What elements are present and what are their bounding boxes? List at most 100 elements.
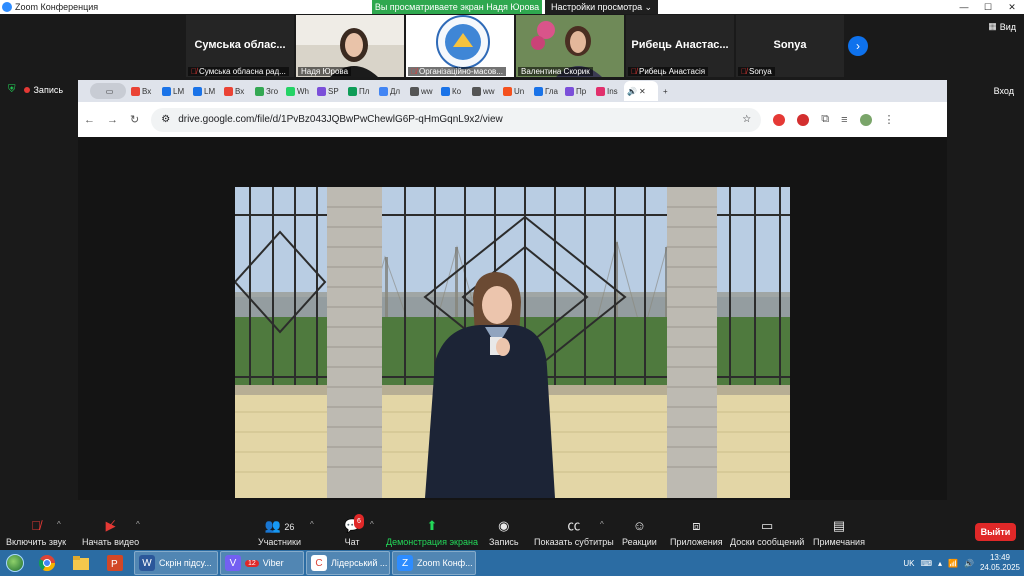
close-button[interactable]: ✕ xyxy=(1000,0,1024,14)
browser-tab[interactable]: ww xyxy=(407,83,436,99)
browser-tab[interactable]: Un xyxy=(500,83,529,99)
tab-label: Пр xyxy=(576,86,587,96)
pinned-powerpoint[interactable]: P xyxy=(98,551,132,575)
tab-favicon-icon xyxy=(596,86,605,96)
opera-extension-icon[interactable] xyxy=(797,113,810,126)
participant-tile-active-speaker[interactable]: Надя Юрова xyxy=(296,15,404,77)
chat-label: Чат xyxy=(344,537,360,547)
shared-screen-browser: ▭ Вх LM LM Вх Зго Wh SP Пл Дл ww Ко ww Un Гла Пр Ins 🔊 ✕ +… xyxy=(78,80,947,500)
shield-icon[interactable]: ⛨ xyxy=(8,84,16,95)
share-screen-button[interactable]: ⬆ Демонстрация экрана xyxy=(386,518,478,547)
taskbar-task[interactable]: Z Zoom Конф... xyxy=(392,551,476,575)
start-button[interactable] xyxy=(0,550,30,576)
start-video-button[interactable]: ▶̸ Начать видео xyxy=(82,518,139,547)
extensions-icon[interactable]: ⧉ xyxy=(821,113,829,126)
chat-button[interactable]: 💬 6 Чат xyxy=(344,514,364,547)
chat-options-chevron-icon[interactable]: ^ xyxy=(370,520,374,529)
participant-tile[interactable]: Валентина Скорик xyxy=(516,15,624,77)
view-button[interactable]: ▦ Вид xyxy=(988,21,1016,32)
participant-tile[interactable]: 🎙̸ Організаційно-масов... xyxy=(406,15,514,77)
show-hidden-icons-icon[interactable]: ▴ xyxy=(938,559,942,568)
recording-status[interactable]: Запись xyxy=(23,85,63,95)
tab-search-icon[interactable]: ▭ xyxy=(90,83,126,99)
browser-tab[interactable]: Гла xyxy=(531,83,560,99)
browser-tab[interactable]: Ins xyxy=(593,83,622,99)
menu-kebab-icon[interactable]: ⋮ xyxy=(884,113,895,126)
participant-caption: Валентина Скорик xyxy=(518,67,593,76)
url-field[interactable]: ⚙ drive.google.com/file/d/1PvBz043JQBwPw… xyxy=(151,107,762,132)
task-badge: 12 xyxy=(245,559,259,567)
browser-tab[interactable]: LM xyxy=(159,83,188,99)
profile-avatar[interactable] xyxy=(859,113,872,126)
tab-favicon-icon xyxy=(286,86,295,96)
browser-tab-active[interactable]: 🔊 ✕ xyxy=(624,81,658,101)
next-page-arrow-icon[interactable]: › xyxy=(848,36,868,56)
pinned-explorer[interactable] xyxy=(64,551,98,575)
apps-label: Приложения xyxy=(670,537,723,547)
audio-options-chevron-icon[interactable]: ^ xyxy=(57,520,61,529)
participants-button[interactable]: 👥 26 Участники xyxy=(258,518,301,547)
minimize-button[interactable]: — xyxy=(952,0,976,14)
video-options-chevron-icon[interactable]: ^ xyxy=(136,520,140,529)
taskbar-task[interactable]: W Скрін підсу... xyxy=(134,551,218,575)
volume-icon[interactable]: 🔊 xyxy=(964,559,974,568)
close-tab-icon[interactable]: ✕ xyxy=(639,87,646,96)
browser-tab[interactable]: Пр xyxy=(562,83,591,99)
browser-tab[interactable]: Вх xyxy=(128,83,157,99)
network-icon[interactable]: 📶 xyxy=(948,559,958,568)
star-icon[interactable]: ☆ xyxy=(742,114,751,125)
browser-tab[interactable]: Ко xyxy=(438,83,467,99)
tab-favicon-icon xyxy=(317,86,326,96)
language-indicator[interactable]: UK xyxy=(903,559,914,568)
whiteboards-button[interactable]: ▭ Доски сообщений xyxy=(730,518,804,547)
mic-off-icon: 🎙̸ xyxy=(411,67,417,76)
task-label: Viber xyxy=(262,558,284,568)
clock-time: 13:49 xyxy=(989,553,1010,562)
unmute-label: Включить звук xyxy=(6,537,67,547)
subtitles-label: Показать субтитры xyxy=(534,537,614,547)
participant-caption: 🎙̸ Sonya xyxy=(738,67,775,76)
tab-label: LM xyxy=(173,86,185,96)
browser-tab[interactable]: Пл xyxy=(345,83,374,99)
view-settings-button[interactable]: Настройки просмотра ⌄ xyxy=(545,0,658,14)
site-info-icon[interactable]: ⚙ xyxy=(161,114,170,125)
chevron-down-icon: ⌄ xyxy=(644,1,652,12)
windows-taskbar: P W Скрін підсу... V 12 Viber C Лідерський ...… xyxy=(0,550,1024,576)
adblock-extension-icon[interactable] xyxy=(773,113,786,126)
browser-tab[interactable]: LM xyxy=(190,83,219,99)
leave-button[interactable]: Выйти xyxy=(975,523,1016,541)
browser-tab[interactable]: Вх xyxy=(221,83,250,99)
reactions-button[interactable]: ☺ Реакции xyxy=(622,518,657,547)
taskbar-task[interactable]: V 12 Viber xyxy=(220,551,304,575)
forward-icon[interactable]: → xyxy=(107,114,118,126)
task-app-icon: C xyxy=(311,555,327,571)
media-controls-icon[interactable]: ≡ xyxy=(841,114,847,126)
notes-button[interactable]: ▤ Примечания xyxy=(813,518,865,547)
keyboard-icon[interactable]: ⌨ xyxy=(920,559,932,568)
participant-tile[interactable]: Рибець Анастас... 🎙̸ Рибець Анастасія xyxy=(626,15,734,77)
tab-favicon-icon xyxy=(534,86,543,96)
participants-options-chevron-icon[interactable]: ^ xyxy=(310,520,314,529)
notes-icon: ▤ xyxy=(832,518,846,533)
browser-tab[interactable]: Wh xyxy=(283,83,312,99)
clock[interactable]: 13:49 24.05.2025 xyxy=(980,553,1020,573)
participant-tile[interactable]: Sonya 🎙̸ Sonya xyxy=(736,15,844,77)
grid-icon: ▦ xyxy=(988,21,997,31)
new-tab-button[interactable]: + xyxy=(660,83,689,99)
browser-tab[interactable]: Дл xyxy=(376,83,405,99)
pinned-chrome[interactable] xyxy=(30,551,64,575)
apps-button[interactable]: ⧈ Приложения xyxy=(670,518,723,547)
subtitles-options-chevron-icon[interactable]: ^ xyxy=(600,520,604,529)
browser-tab[interactable]: SP xyxy=(314,83,343,99)
participant-tile[interactable]: Сумська облас... 🎙̸ Сумська обласна рад..… xyxy=(186,15,294,77)
reload-icon[interactable]: ↻ xyxy=(130,113,139,126)
record-button[interactable]: ◉ Запись xyxy=(489,518,519,547)
exit-fullscreen-button[interactable]: Вход xyxy=(994,86,1014,96)
reactions-icon: ☺ xyxy=(632,518,647,533)
maximize-button[interactable]: ☐ xyxy=(976,0,1000,14)
back-icon[interactable]: ← xyxy=(84,114,95,126)
video-frame[interactable] xyxy=(235,187,790,498)
browser-tab[interactable]: Зго xyxy=(252,83,281,99)
taskbar-task[interactable]: C Лідерський ... xyxy=(306,551,390,575)
browser-tab[interactable]: ww xyxy=(469,83,498,99)
